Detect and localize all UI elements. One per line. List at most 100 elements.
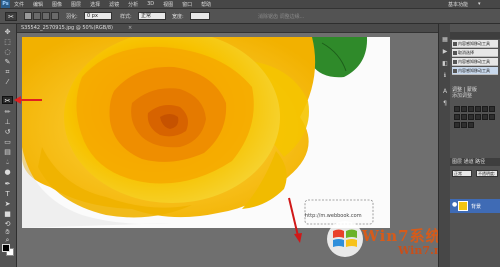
posterize-adjust-icon[interactable] [489,114,495,120]
gradient-icon[interactable]: ▤ [2,148,13,156]
history-step-icon [453,51,457,55]
menu-window[interactable]: 窗口 [182,1,192,8]
eyedropper-icon[interactable]: ⁄ [2,78,13,86]
history-panel-icon[interactable]: ▦ [441,36,449,44]
menu-image[interactable]: 图像 [52,1,62,8]
navigator-panel-icon[interactable]: ◧ [441,60,449,68]
lasso-icon[interactable]: ◌ [2,48,13,56]
panel-dock: ▦ ▶ ◧ ℹ A ¶ [438,24,450,267]
blur-icon[interactable]: 💧︎ [2,158,13,166]
width-input[interactable] [190,12,210,20]
yellow-rose-image [22,37,390,228]
history-item[interactable]: 内容感知移动工具 [452,40,498,48]
blend-mode-select[interactable]: 正常 [452,170,472,177]
history-item-label: 取消选择 [458,50,474,55]
menu-layer[interactable]: 图层 [71,1,81,8]
layer-name: 背景 [471,204,482,210]
dodge-icon[interactable]: ● [2,168,13,176]
style-label: 样式: [120,14,132,20]
quick-select-icon[interactable]: ✎ [2,58,13,66]
subtract-selection-mode-button[interactable] [42,12,50,20]
layer-row-background[interactable]: ● 背景 [450,199,500,213]
panels-column: 内容感知移动工具 取消选择 内容感知移动工具 内容感知移动工具 调整 | 蒙版 … [450,24,500,267]
crop-icon[interactable]: ⌗ [2,68,13,76]
toolbox: ✥ ⬚ ◌ ✎ ⌗ ⁄ ✂ ✏ ⊥ ↺ ▭ ▤ 💧︎ ● ✒ T ➤ ■ ⟲ ✋… [0,24,17,267]
feather-input[interactable]: 0 px [84,12,112,20]
menu-analysis[interactable]: 分析 [128,1,138,8]
photo-filter-adjust-icon[interactable] [468,114,474,120]
width-label: 宽度: [172,14,184,20]
zoom-icon[interactable]: ⌕ [2,236,13,244]
history-item-label: 内容感知移动工具 [458,68,490,73]
options-bar: ✂ 羽化: 0 px 样式: 正常 宽度: 消除锯齿 调整边缘... [0,9,500,24]
document-tab-label: S35542_2570915.jpg @ 50%(RGB/8) [21,25,114,31]
paragraph-panel-icon[interactable]: ¶ [441,100,449,108]
levels-adjust-icon[interactable] [461,106,467,112]
menu-file[interactable]: 文件 [14,1,24,8]
shape-icon[interactable]: ■ [2,210,13,218]
layer-thumbnail [458,201,468,211]
color-balance-adjust-icon[interactable] [454,114,460,120]
menu-items: 文件 编辑 图像 图层 选择 滤镜 分析 3D 视图 窗口 帮助 [14,1,211,8]
windows-logo-icon [327,221,363,257]
menu-3d[interactable]: 3D [147,1,154,8]
menu-help[interactable]: 帮助 [201,1,211,8]
document-close-icon[interactable]: × [128,25,132,31]
arrange-documents-button[interactable]: ▾ [478,1,481,8]
history-item-label: 内容感知移动工具 [458,41,490,46]
move-icon[interactable]: ✥ [2,28,13,36]
3d-rotate-icon[interactable]: ⟲ [2,220,13,228]
new-selection-mode-button[interactable] [24,12,32,20]
add-selection-mode-button[interactable] [33,12,41,20]
selective-color-adjust-icon[interactable] [468,122,474,128]
workspace-switcher[interactable]: 基本功能 [448,1,468,8]
adjustment-icons [454,106,498,128]
vibrance-adjust-icon[interactable] [482,106,488,112]
black-white-adjust-icon[interactable] [461,114,467,120]
threshold-adjust-icon[interactable] [454,122,460,128]
history-item-active[interactable]: 内容感知移动工具 [452,67,498,75]
invert-adjust-icon[interactable] [482,114,488,120]
marquee-icon[interactable]: ⬚ [2,38,13,46]
history-brush-icon[interactable]: ↺ [2,128,13,136]
feather-label: 羽化: [66,14,78,20]
type-icon[interactable]: T [2,190,13,198]
rose-photo [22,37,390,228]
gradient-map-adjust-icon[interactable] [461,122,467,128]
tool-preset-picker[interactable]: ✂ [5,12,17,21]
pen-icon[interactable]: ✒ [2,180,13,188]
hand-icon[interactable]: ✋︎ [2,228,13,236]
style-select[interactable]: 正常 [138,12,166,20]
photoshop-logo: Ps [1,0,10,8]
layers-panel-tab[interactable]: 图层 通道 路径 [450,158,500,166]
menu-edit[interactable]: 编辑 [33,1,43,8]
curves-adjust-icon[interactable] [468,106,474,112]
info-panel-icon[interactable]: ℹ [441,72,449,80]
foreground-color-swatch[interactable] [2,244,10,252]
path-select-icon[interactable]: ➤ [2,200,13,208]
menu-filter[interactable]: 滤镜 [109,1,119,8]
history-step-icon [453,42,457,46]
history-item[interactable]: 取消选择 [452,49,498,57]
menu-bar: Ps 文件 编辑 图像 图层 选择 滤镜 分析 3D 视图 窗口 帮助 基本功能… [0,0,500,9]
brush-icon[interactable]: ✏ [2,108,13,116]
eye-icon[interactable]: ● [452,202,457,208]
exposure-adjust-icon[interactable] [475,106,481,112]
intersect-selection-mode-button[interactable] [51,12,59,20]
menu-view[interactable]: 视图 [163,1,173,8]
red-arrow-left [14,96,42,104]
channel-mixer-adjust-icon[interactable] [475,114,481,120]
brightness-adjust-icon[interactable] [454,106,460,112]
character-panel-icon[interactable]: A [441,88,449,96]
actions-panel-icon[interactable]: ▶ [441,48,449,56]
history-item[interactable]: 内容感知移动工具 [452,58,498,66]
adjustments-subtitle: 添加调整 [452,93,473,99]
opacity-field[interactable]: 不透明度: [476,170,498,177]
hue-adjust-icon[interactable] [489,106,495,112]
red-arrow-down [288,197,302,243]
history-panel-header [450,32,500,39]
clone-stamp-icon[interactable]: ⊥ [2,118,13,126]
document-tab[interactable]: S35542_2570915.jpg @ 50%(RGB/8) × [17,24,438,33]
menu-select[interactable]: 选择 [90,1,100,8]
eraser-icon[interactable]: ▭ [2,138,13,146]
